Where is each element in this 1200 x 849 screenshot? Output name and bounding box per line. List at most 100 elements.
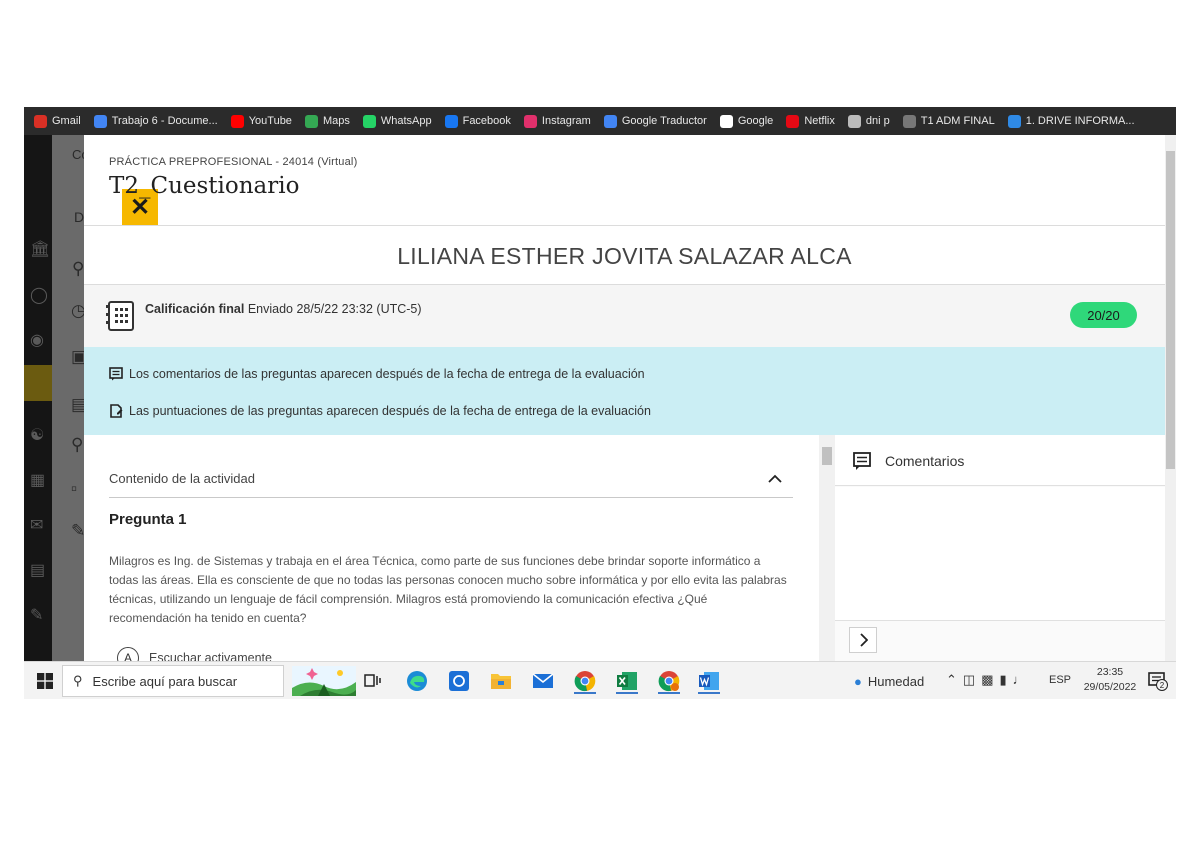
active-app-indicator — [658, 692, 680, 694]
bookmark-label: YouTube — [248, 115, 292, 127]
volume-icon[interactable]: ♩ — [1013, 672, 1032, 687]
globe-icon: ◉ — [30, 332, 44, 349]
submission-date: Enviado 28/5/22 23:32 (UTC-5) — [247, 302, 422, 316]
bookmark-label: dni p — [865, 115, 890, 127]
language-indicator[interactable]: ESP — [1049, 674, 1071, 686]
dimmed-lms-background: 🏛 ◯ ◉ ☯ ▦ ✉ ▤ ✎ Co D ⚲ ◷ ▣ ▤ ⚲ ▫ ✎ — [24, 135, 89, 661]
notice-text: Las puntuaciones de las preguntas aparec… — [129, 404, 651, 418]
bookmark-item[interactable]: Trabajo 6 - Docume... — [93, 114, 218, 128]
bookmark-item[interactable]: dni p — [847, 114, 890, 128]
comment-icon — [853, 452, 871, 470]
notice-text: Los comentarios de las preguntas aparece… — [129, 367, 645, 381]
comment-icon — [109, 367, 123, 381]
content-scrollbar[interactable] — [819, 435, 835, 661]
grades-icon: ▤ — [30, 562, 46, 579]
person-icon: ⚲ — [72, 259, 85, 278]
collapse-button[interactable] — [764, 467, 786, 489]
question-text: Milagros es Ing. de Sistemas y trabaja e… — [109, 554, 787, 625]
comments-title: Comentarios — [885, 453, 965, 469]
chevron-up-icon[interactable]: ⌃ — [946, 672, 963, 687]
bookmark-item[interactable]: Gmail — [34, 114, 81, 128]
scrollbar-thumb[interactable] — [822, 447, 832, 465]
groups-icon: ☯ — [30, 427, 45, 444]
whatsapp-icon — [362, 114, 376, 128]
course-name: PRÁCTICA PREPROFESIONAL - 24014 (Virtual… — [109, 156, 358, 168]
onedrive-icon — [1007, 114, 1021, 128]
maps-icon — [304, 114, 318, 128]
bookmark-label: WhatsApp — [380, 115, 432, 127]
bookmark-item[interactable]: WhatsApp — [362, 114, 432, 128]
activity-content: Contenido de la actividad Pregunta 1 Mil… — [84, 435, 819, 661]
system-tray[interactable]: ⌃◫▩▮♩ — [946, 672, 1032, 688]
document-edit-icon — [110, 404, 123, 418]
weather-widget[interactable]: ● Humedad — [854, 674, 924, 689]
activity-panel: ✕ PRÁCTICA PREPROFESIONAL - 24014 (Virtu… — [84, 135, 1165, 661]
final-grade-label: Calificación final — [145, 302, 245, 316]
expand-comments-button[interactable] — [849, 627, 877, 653]
display-icon[interactable]: ▩ — [981, 672, 999, 687]
comments-header: Comentarios — [835, 435, 1165, 486]
notification-count: 2 — [1160, 681, 1165, 690]
chrome-profile-icon[interactable] — [656, 668, 682, 694]
screenshot: Gmail Trabajo 6 - Docume... YouTube Maps Wha… — [24, 107, 1176, 699]
store-icon[interactable] — [446, 668, 472, 694]
bookmark-label: Instagram — [541, 115, 591, 127]
task-view-icon[interactable] — [360, 668, 386, 694]
bookmark-item[interactable]: YouTube — [230, 114, 292, 128]
windows-start-icon[interactable] — [37, 673, 53, 689]
grade-bar: Calificación final Enviado 28/5/22 23:32… — [84, 285, 1165, 347]
chat-icon: ▫ — [71, 479, 78, 498]
page-scrollbar[interactable] — [1165, 135, 1176, 661]
notification-icon[interactable]: 2 — [1148, 671, 1168, 691]
comments-body — [835, 487, 1165, 621]
edge-icon[interactable] — [404, 668, 430, 694]
bookmark-label: Maps — [322, 115, 350, 127]
score-badge[interactable]: 20/20 — [1070, 302, 1137, 328]
bookmark-item[interactable]: Google — [719, 114, 774, 128]
grade-label: Calificación final Enviado 28/5/22 23:32… — [145, 302, 422, 316]
bookmark-item[interactable]: Google Traductor — [603, 114, 707, 128]
battery-icon[interactable]: ▮ — [1000, 672, 1013, 687]
bookmark-item[interactable]: Facebook — [444, 114, 511, 128]
question-title: Pregunta 1 — [109, 511, 187, 528]
meet-icon[interactable]: ◫ — [963, 672, 981, 687]
active-app-indicator — [616, 692, 638, 694]
humidity-icon: ● — [854, 674, 862, 689]
tools-icon: ✎ — [30, 607, 44, 624]
netflix-icon — [786, 114, 800, 128]
word-icon[interactable] — [696, 668, 722, 694]
search-icon: ⚲ — [73, 673, 83, 688]
taskbar: ⚲ Escribe aquí para buscar ● Humedad ⌃◫▩… — [24, 661, 1176, 699]
comments-panel: Comentarios — [835, 435, 1165, 661]
answer-option[interactable]: A Escuchar activamente — [117, 647, 272, 661]
notice-scores: Las puntuaciones de las preguntas aparec… — [109, 404, 651, 418]
people-icon: ⚲ — [71, 435, 84, 454]
bookmark-item[interactable]: T1 ADM FINAL — [902, 114, 995, 128]
mail-app-icon[interactable] — [530, 668, 556, 694]
excel-icon[interactable] — [614, 668, 640, 694]
mail-icon: ✉ — [30, 517, 44, 534]
bookmark-item[interactable]: Netflix — [786, 114, 835, 128]
bookmark-item[interactable]: 1. DRIVE INFORMA... — [1007, 114, 1135, 128]
docs-icon — [93, 114, 107, 128]
bookmark-item[interactable]: Maps — [304, 114, 350, 128]
active-app-indicator — [698, 692, 720, 694]
search-highlight-icon[interactable] — [292, 666, 356, 696]
weather-text: Humedad — [867, 674, 925, 689]
file-explorer-icon[interactable] — [488, 668, 514, 694]
bookmark-item[interactable]: Instagram — [523, 114, 591, 128]
clock-time[interactable]: 23:35 — [1078, 666, 1142, 678]
clock-date[interactable]: 29/05/2022 — [1078, 681, 1142, 693]
translate-icon — [603, 114, 617, 128]
active-nav-highlight — [24, 365, 52, 401]
divider — [84, 225, 1165, 226]
scrollbar-thumb[interactable] — [1166, 151, 1175, 469]
youtube-icon — [230, 114, 244, 128]
active-app-indicator — [574, 692, 596, 694]
bookmark-label: Google — [737, 115, 774, 127]
chrome-icon[interactable] — [572, 668, 598, 694]
facebook-icon — [444, 114, 458, 128]
taskbar-search[interactable]: ⚲ Escribe aquí para buscar — [62, 665, 284, 697]
option-letter: A — [117, 647, 139, 661]
chevron-right-icon — [859, 633, 868, 647]
